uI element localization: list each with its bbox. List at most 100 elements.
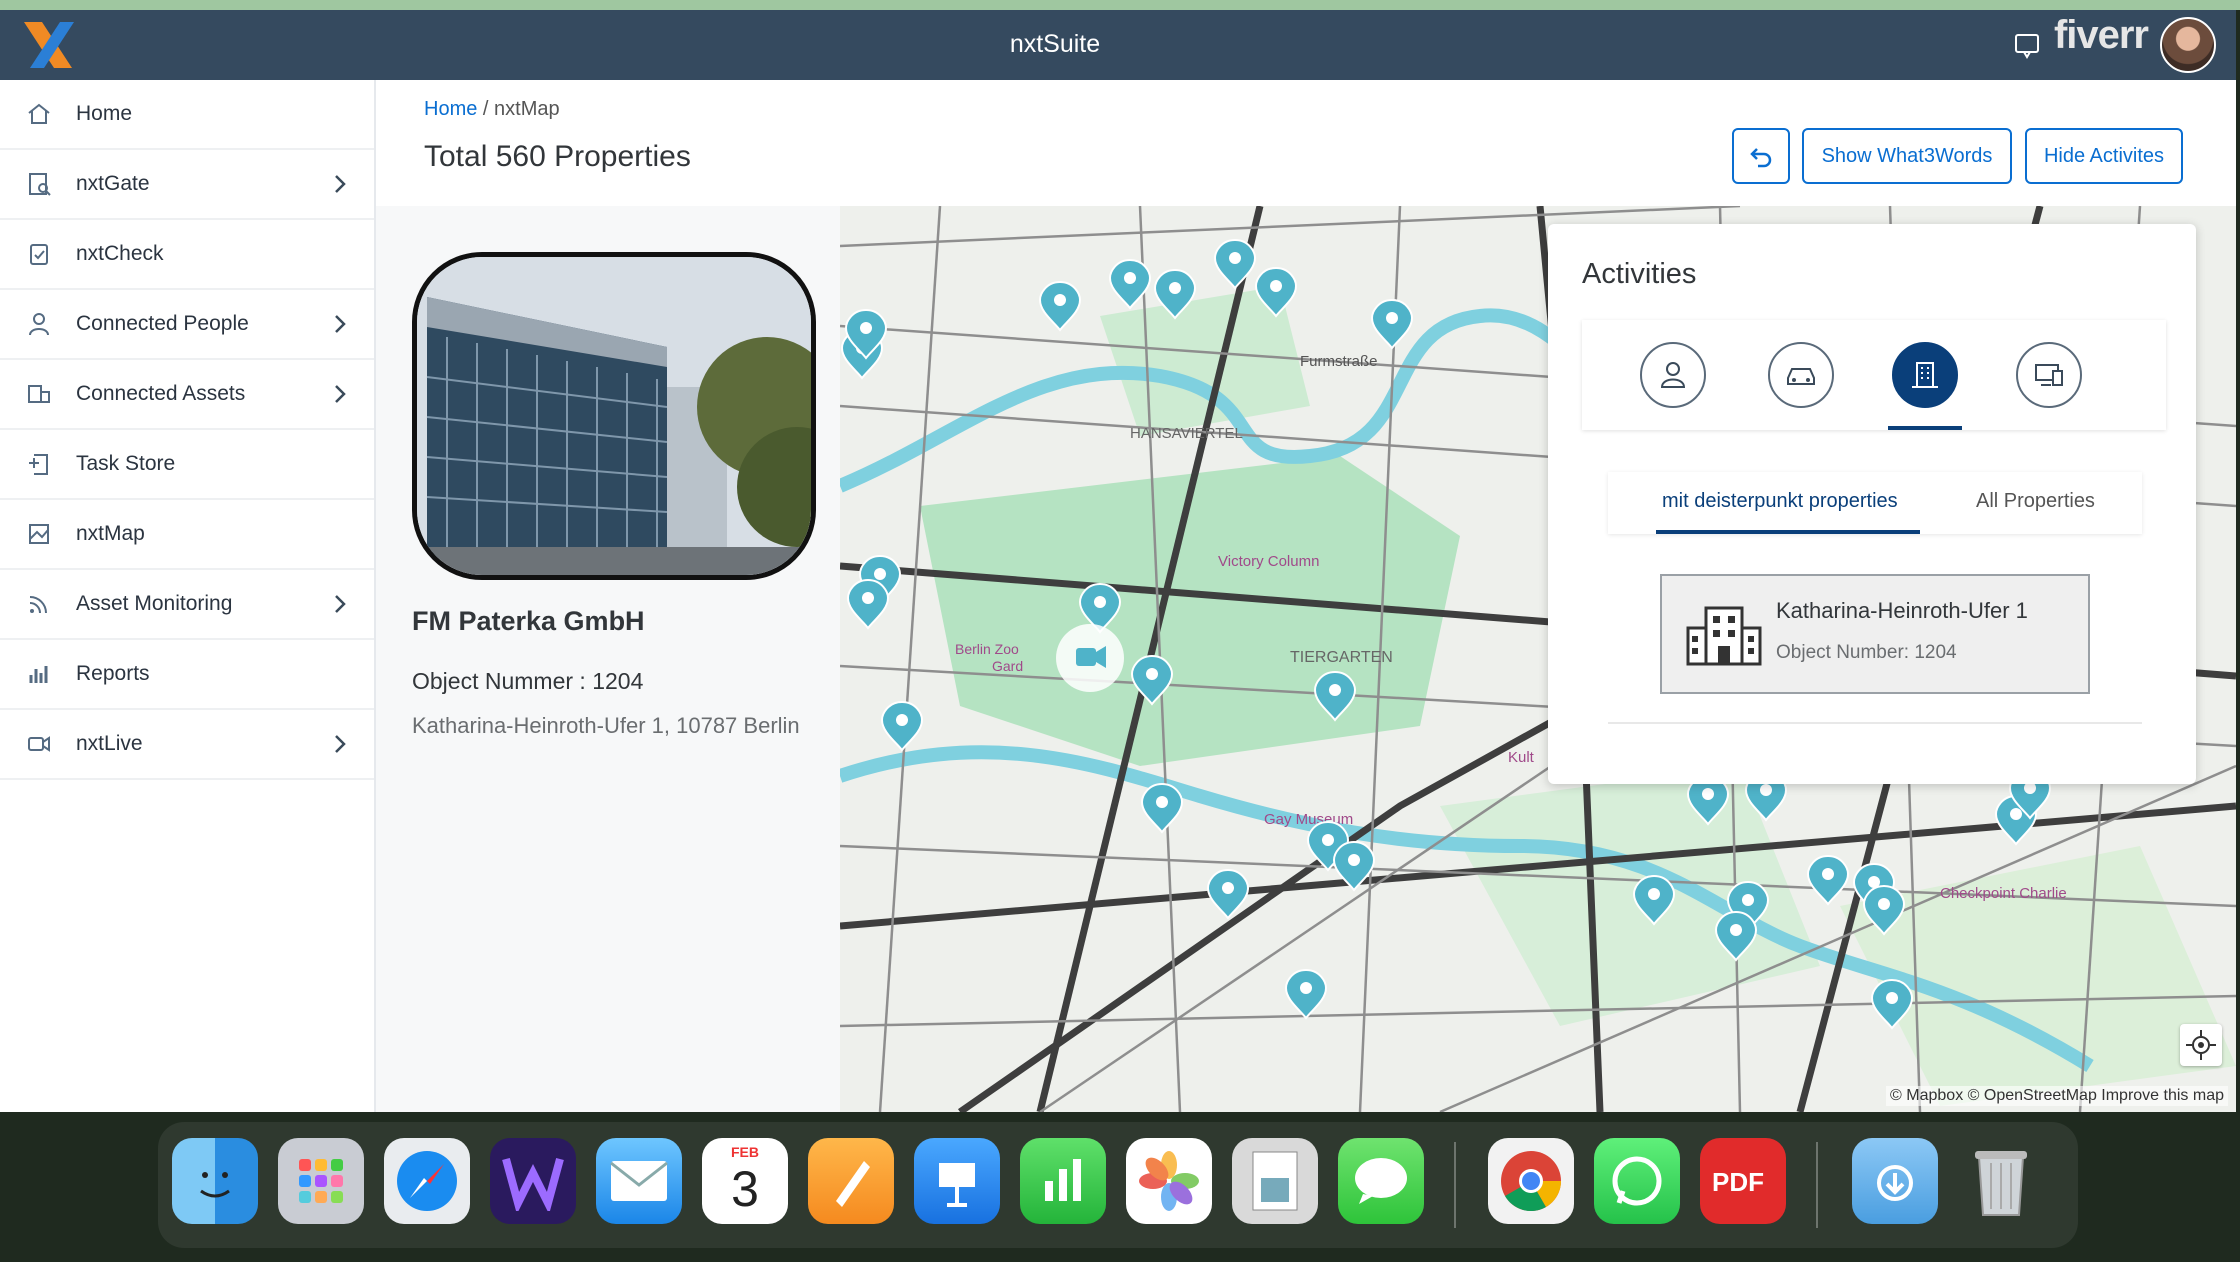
breadcrumb-separator: / bbox=[477, 98, 495, 120]
chevron-right-icon bbox=[335, 315, 346, 333]
sidebar: Home nxtGate nxtCheck Connected People C… bbox=[0, 80, 376, 1112]
sidebar-item-reports[interactable]: Reports bbox=[0, 640, 374, 710]
title-bar: nxtSuite fiverr bbox=[0, 10, 2236, 80]
sidebar-item-nxtgate[interactable]: nxtGate bbox=[0, 150, 374, 220]
property-address: Katharina-Heinroth-Ufer 1, 10787 Berlin bbox=[412, 713, 800, 738]
active-activity-indicator bbox=[1888, 426, 1962, 430]
breadcrumb: Home / nxtMap bbox=[424, 98, 560, 121]
locate-me-button[interactable] bbox=[2180, 1024, 2222, 1066]
dock-mail-icon[interactable] bbox=[596, 1138, 682, 1224]
office-building-image bbox=[417, 257, 811, 575]
dock-launchpad-icon[interactable] bbox=[278, 1138, 364, 1224]
activity-building-button[interactable] bbox=[1892, 342, 1958, 408]
chevron-right-icon bbox=[335, 175, 346, 193]
map-label: Berlin Zoo bbox=[955, 641, 1019, 657]
dock-separator bbox=[1816, 1142, 1818, 1228]
app-title: nxtSuite bbox=[1009, 30, 1101, 58]
map-label: TIERGARTEN bbox=[1290, 649, 1393, 666]
cluster-marker-video-icon[interactable] bbox=[1076, 646, 1106, 668]
sidebar-item-connected-people[interactable]: Connected People bbox=[0, 290, 374, 360]
tab-all-properties[interactable]: All Properties bbox=[1976, 490, 2095, 513]
home-icon bbox=[24, 99, 54, 129]
sidebar-item-asset-monitoring[interactable]: Asset Monitoring bbox=[0, 570, 374, 640]
hide-activities-button[interactable]: Hide Activites bbox=[2025, 128, 2183, 184]
breadcrumb-current: nxtMap bbox=[494, 98, 560, 120]
activities-panel: Activities mit deisterpunkt properties A… bbox=[1548, 224, 2196, 784]
divider bbox=[1608, 722, 2142, 724]
page-title: Total 560 Properties bbox=[424, 140, 691, 173]
device-icon bbox=[2035, 364, 2063, 386]
back-button[interactable] bbox=[1732, 128, 1790, 184]
sidebar-item-task-store[interactable]: Task Store bbox=[0, 430, 374, 500]
property-card-name: Katharina-Heinroth-Ufer 1 bbox=[1776, 598, 2028, 623]
map-label: HANSAVIERTEL bbox=[1130, 425, 1243, 442]
dock-whatsapp-icon[interactable] bbox=[1594, 1138, 1680, 1224]
dock-pages-icon[interactable] bbox=[808, 1138, 894, 1224]
activity-vehicle-button[interactable] bbox=[1768, 342, 1834, 408]
tab-mit-deisterpunkt-properties[interactable]: mit deisterpunkt properties bbox=[1662, 490, 1898, 513]
notification-icon[interactable] bbox=[2012, 30, 2042, 60]
dock-calendar-icon[interactable]: FEB 3 bbox=[702, 1138, 788, 1224]
dock-visual-studio-icon[interactable] bbox=[490, 1138, 576, 1224]
sidebar-item-label: Home bbox=[76, 102, 133, 125]
company-name: FM Paterka GmbH bbox=[412, 606, 645, 636]
sidebar-item-nxtlive[interactable]: nxtLive bbox=[0, 710, 374, 780]
macos-dock: FEB 3 PDF bbox=[158, 1122, 2078, 1248]
dock-numbers-icon[interactable] bbox=[1020, 1138, 1106, 1224]
dock-pdf-expert-icon[interactable]: PDF bbox=[1700, 1138, 1786, 1224]
sidebar-item-label: Asset Monitoring bbox=[76, 592, 233, 615]
dock-preview-icon[interactable] bbox=[1232, 1138, 1318, 1224]
map-label: Checkpoint Charlie bbox=[1940, 885, 2067, 902]
person-icon bbox=[24, 309, 54, 339]
map-label: Kult bbox=[1508, 749, 1535, 766]
activity-person-button[interactable] bbox=[1640, 342, 1706, 408]
sidebar-item-home[interactable]: Home bbox=[0, 80, 374, 150]
svg-text:PDF: PDF bbox=[1712, 1167, 1764, 1197]
chevron-right-icon bbox=[335, 595, 346, 613]
map-label: Furmstraße bbox=[1300, 353, 1378, 370]
sidebar-item-label: nxtMap bbox=[76, 522, 145, 545]
building-icon bbox=[1686, 606, 1762, 666]
chevron-right-icon bbox=[335, 735, 346, 753]
dock-messages-icon[interactable] bbox=[1338, 1138, 1424, 1224]
sidebar-item-label: Connected People bbox=[76, 312, 249, 335]
header-actions: fiverr bbox=[2012, 10, 2216, 80]
sidebar-item-connected-assets[interactable]: Connected Assets bbox=[0, 360, 374, 430]
dock-finder-icon[interactable] bbox=[172, 1138, 258, 1224]
property-photo bbox=[412, 252, 816, 580]
property-detail-panel: FM Paterka GmbH Object Nummer : 1204 Kat… bbox=[376, 206, 840, 1112]
video-camera-icon bbox=[24, 729, 54, 759]
activities-title: Activities bbox=[1582, 258, 1697, 290]
building-icon bbox=[1912, 362, 1938, 388]
breadcrumb-home-link[interactable]: Home bbox=[424, 98, 477, 120]
dock-separator bbox=[1454, 1142, 1456, 1228]
sidebar-item-label: Connected Assets bbox=[76, 382, 246, 405]
activity-device-button[interactable] bbox=[2016, 342, 2082, 408]
sidebar-item-label: nxtLive bbox=[76, 732, 143, 755]
sidebar-item-nxtcheck[interactable]: nxtCheck bbox=[0, 220, 374, 290]
signal-icon bbox=[24, 589, 54, 619]
map-attribution[interactable]: © Mapbox © OpenStreetMap Improve this ma… bbox=[1886, 1086, 2228, 1106]
sidebar-item-label: nxtCheck bbox=[76, 242, 164, 265]
dock-photos-icon[interactable] bbox=[1126, 1138, 1212, 1224]
dock-keynote-icon[interactable] bbox=[914, 1138, 1000, 1224]
car-icon bbox=[1787, 368, 1815, 385]
person-icon bbox=[1660, 362, 1686, 388]
dock-downloads-folder-icon[interactable] bbox=[1852, 1138, 1938, 1224]
desktop-top-strip bbox=[0, 0, 2240, 10]
user-avatar[interactable] bbox=[2160, 17, 2216, 73]
sidebar-item-nxtmap[interactable]: nxtMap bbox=[0, 500, 374, 570]
fiverr-watermark: fiverr bbox=[2053, 12, 2149, 57]
dock-trash-icon[interactable] bbox=[1958, 1138, 2044, 1224]
dock-safari-icon[interactable] bbox=[384, 1138, 470, 1224]
property-filter-tabs: mit deisterpunkt properties All Properti… bbox=[1608, 472, 2142, 534]
active-tab-indicator bbox=[1656, 530, 1920, 534]
property-card[interactable]: Katharina-Heinroth-Ufer 1 Object Number:… bbox=[1660, 574, 2090, 694]
reports-icon bbox=[24, 659, 54, 689]
undo-icon bbox=[1750, 148, 1772, 168]
clipboard-check-icon bbox=[24, 239, 54, 269]
show-what3words-button[interactable]: Show What3Words bbox=[1802, 128, 2012, 184]
property-card-object-number: Object Number: 1204 bbox=[1776, 642, 1957, 663]
dock-chrome-icon[interactable] bbox=[1488, 1138, 1574, 1224]
crosshair-icon bbox=[2186, 1030, 2216, 1060]
